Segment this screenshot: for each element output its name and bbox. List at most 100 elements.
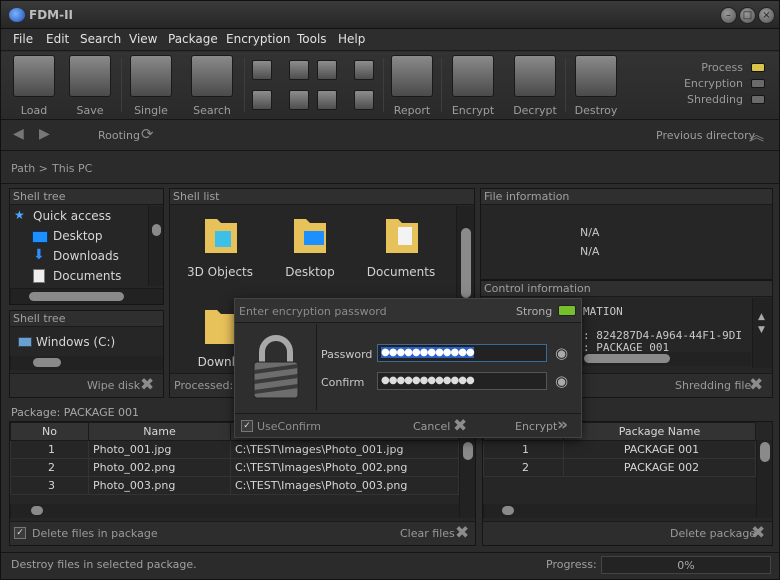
packages-vscroll[interactable] xyxy=(756,440,772,518)
indicator-shredding-led xyxy=(751,95,765,104)
refresh-icon[interactable]: ⟳ xyxy=(141,125,154,143)
shell-tree-hscroll[interactable] xyxy=(10,288,163,304)
menu-file[interactable]: File xyxy=(13,32,33,46)
show-confirm-eye-icon[interactable]: ◉ xyxy=(555,372,568,390)
checklist-icon[interactable] xyxy=(354,60,374,80)
encrypt-confirm-button[interactable]: Encrypt xyxy=(515,420,557,433)
scroll-thumb[interactable] xyxy=(152,224,161,236)
package-title: Package: PACKAGE 001 xyxy=(11,406,140,419)
table-row[interactable]: 2 PACKAGE 002 xyxy=(483,458,756,477)
control-info-vscroll[interactable]: ▲ ▼ xyxy=(752,298,772,368)
table-row[interactable]: 1 Photo_001.jpg C:\TEST\Images\Photo_001… xyxy=(10,440,459,459)
binoculars-icon xyxy=(191,55,233,97)
x-icon[interactable]: ✖ xyxy=(453,416,467,436)
scroll-thumb[interactable] xyxy=(584,354,670,363)
menu-view[interactable]: View xyxy=(129,32,157,46)
show-password-eye-icon[interactable]: ◉ xyxy=(555,344,568,362)
delete-files-checkbox[interactable]: ✓ xyxy=(14,527,26,539)
file-item-desktop[interactable]: Desktop xyxy=(265,265,355,279)
forward-arrow-icon[interactable]: ▶ xyxy=(39,126,50,142)
column-header-name[interactable]: Name xyxy=(88,422,231,441)
password-strength-label: Strong xyxy=(516,305,553,318)
use-confirm-checkbox[interactable]: ✓ xyxy=(241,420,253,432)
scroll-down-icon[interactable]: ▼ xyxy=(758,325,765,335)
destroy-button[interactable]: Destroy xyxy=(570,55,622,117)
table-row[interactable]: 1 PACKAGE 001 xyxy=(483,440,756,459)
confirm-input[interactable]: ●●●●●●●●●●●● xyxy=(377,372,547,390)
drive-tree-hscroll[interactable] xyxy=(10,356,163,370)
stack-icon[interactable] xyxy=(354,90,374,110)
single-button[interactable]: Single xyxy=(126,55,176,117)
rooting-label[interactable]: Rooting xyxy=(98,129,140,142)
decrypt-button[interactable]: Decrypt xyxy=(509,55,561,117)
cell-path: C:\TEST\Images\Photo_003.png xyxy=(230,476,459,495)
cancel-button[interactable]: Cancel xyxy=(413,420,450,433)
file-item-3d-objects[interactable]: 3D Objects xyxy=(175,265,265,279)
app-window: FDM-II – □ × File Edit Search View Packa… xyxy=(0,0,780,580)
x-icon[interactable]: ✖ xyxy=(749,375,763,395)
previous-directory-label[interactable]: Previous directory xyxy=(656,129,755,142)
delete-package-button[interactable]: Delete package xyxy=(670,527,756,540)
close-button[interactable]: × xyxy=(758,7,775,24)
back-arrow-icon[interactable]: ◀ xyxy=(13,126,24,142)
network-icon[interactable] xyxy=(289,90,309,110)
path-value[interactable]: This PC xyxy=(52,162,92,175)
tree-item-desktop[interactable]: Desktop xyxy=(53,229,103,243)
tree-item-downloads[interactable]: Downloads xyxy=(53,249,119,263)
windows-icon[interactable] xyxy=(289,60,309,80)
up-chevron-icon[interactable]: ︽ xyxy=(749,124,764,145)
save-button[interactable]: Save xyxy=(65,55,115,117)
package-files-vscroll[interactable] xyxy=(459,440,475,518)
package-files-hscroll[interactable] xyxy=(10,504,459,518)
menu-help[interactable]: Help xyxy=(338,32,365,46)
list-icon[interactable] xyxy=(317,90,337,110)
load-button[interactable]: Load xyxy=(9,55,59,117)
cell-no: 2 xyxy=(10,458,89,477)
password-input[interactable]: ●●●●●●●●●●●● xyxy=(377,344,547,362)
maximize-button[interactable]: □ xyxy=(739,7,756,24)
add-file-icon[interactable] xyxy=(252,90,272,110)
status-bar: Destroy files in selected package. Progr… xyxy=(1,552,779,579)
shredding-file-button[interactable]: Shredding file xyxy=(675,379,751,392)
shell-tree-vscroll[interactable] xyxy=(148,206,163,286)
menu-search[interactable]: Search xyxy=(80,32,121,46)
scroll-up-icon[interactable]: ▲ xyxy=(758,312,765,322)
menu-tools[interactable]: Tools xyxy=(297,32,327,46)
scroll-thumb[interactable] xyxy=(29,292,124,301)
password-value: ●●●●●●●●●●●● xyxy=(381,347,475,358)
drive-icon[interactable] xyxy=(317,60,337,80)
scroll-thumb[interactable] xyxy=(31,506,43,515)
dialog-title: Enter encryption password xyxy=(239,305,387,318)
scroll-thumb[interactable] xyxy=(461,228,471,298)
tree-item-windows-c[interactable]: Windows (C:) xyxy=(36,335,115,349)
menu-encryption[interactable]: Encryption xyxy=(226,32,290,46)
scroll-thumb[interactable] xyxy=(502,506,514,515)
x-icon[interactable]: ✖ xyxy=(455,523,469,543)
packages-hscroll[interactable] xyxy=(483,504,756,518)
menu-package[interactable]: Package xyxy=(168,32,218,46)
search-button[interactable]: Search xyxy=(187,55,237,117)
tree-item-quick-access[interactable]: Quick access xyxy=(33,209,111,223)
table-row[interactable]: 3 Photo_003.png C:\TEST\Images\Photo_003… xyxy=(10,476,459,495)
tree-item-documents[interactable]: Documents xyxy=(53,269,121,283)
column-header-no[interactable]: No xyxy=(10,422,89,441)
file-info-line: N/A xyxy=(580,226,600,239)
title-bar: FDM-II – □ × xyxy=(1,1,779,29)
column-header-package-name[interactable]: Package Name xyxy=(563,422,756,441)
x-icon[interactable]: ✖ xyxy=(751,523,765,543)
file-item-documents[interactable]: Documents xyxy=(356,265,446,279)
scroll-thumb[interactable] xyxy=(33,358,61,367)
table-row[interactable]: 2 Photo_002.png C:\TEST\Images\Photo_002… xyxy=(10,458,459,477)
double-chevron-right-icon[interactable]: » xyxy=(557,415,568,435)
control-info-hscroll[interactable] xyxy=(583,352,751,366)
scroll-thumb[interactable] xyxy=(760,442,770,462)
wipe-disk-button[interactable]: Wipe disk xyxy=(87,379,140,392)
report-button[interactable]: Report xyxy=(387,55,437,117)
encrypt-button[interactable]: Encrypt xyxy=(447,55,499,117)
scroll-thumb[interactable] xyxy=(463,442,473,460)
copy-icon[interactable] xyxy=(252,60,272,80)
x-icon[interactable]: ✖ xyxy=(140,375,154,395)
clear-files-button[interactable]: Clear files xyxy=(400,527,455,540)
menu-edit[interactable]: Edit xyxy=(46,32,69,46)
minimize-button[interactable]: – xyxy=(720,7,737,24)
